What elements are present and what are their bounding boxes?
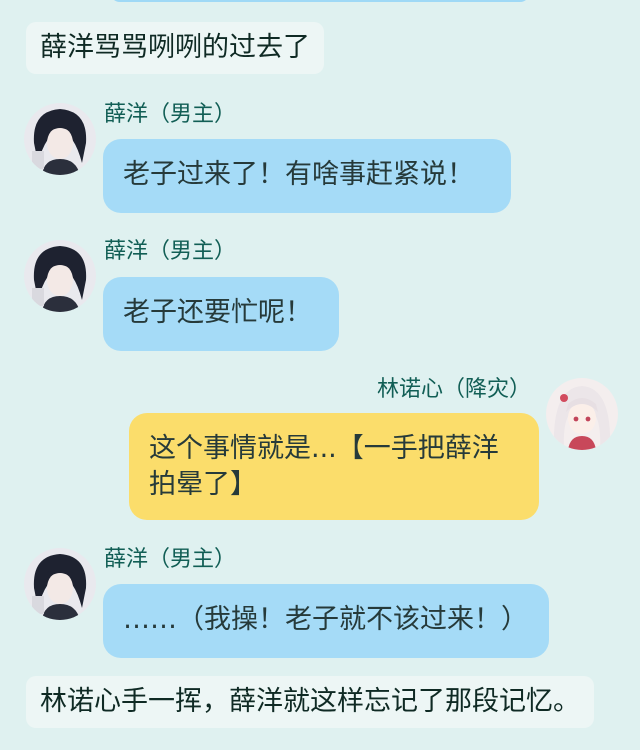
message-text: ……（我操！老子就不该过来！） xyxy=(123,604,528,635)
speaker-name: 薛洋（男主） xyxy=(104,547,237,572)
message-bubble[interactable]: ……（我操！老子就不该过来！） xyxy=(103,584,549,658)
previous-message-bubble-clipped xyxy=(110,0,530,2)
male-lead-avatar[interactable] xyxy=(24,103,96,175)
narration-text: 薛洋骂骂咧咧的过去了 xyxy=(40,32,310,63)
female-lead-avatar[interactable] xyxy=(546,378,618,450)
message-text: 老子还要忙呢！ xyxy=(123,297,312,328)
message-text: 这个事情就是...【一手把薛洋拍晕了】 xyxy=(149,433,499,500)
narration-box: 林诺心手一挥，薛洋就这样忘记了那段记忆。 xyxy=(26,676,594,728)
message-bubble[interactable]: 老子过来了！有啥事赶紧说！ xyxy=(103,139,511,213)
speaker-name: 林诺心（降灾） xyxy=(377,377,532,402)
narration-box: 薛洋骂骂咧咧的过去了 xyxy=(26,22,324,74)
message-bubble[interactable]: 老子还要忙呢！ xyxy=(103,277,339,351)
male-lead-avatar[interactable] xyxy=(24,548,96,620)
speaker-name: 薛洋（男主） xyxy=(104,239,237,264)
message-text: 老子过来了！有啥事赶紧说！ xyxy=(123,159,474,190)
narration-text: 林诺心手一挥，薛洋就这样忘记了那段记忆。 xyxy=(40,686,580,717)
speaker-name: 薛洋（男主） xyxy=(104,102,237,127)
message-bubble[interactable]: 这个事情就是...【一手把薛洋拍晕了】 xyxy=(129,413,539,520)
male-lead-avatar[interactable] xyxy=(24,240,96,312)
